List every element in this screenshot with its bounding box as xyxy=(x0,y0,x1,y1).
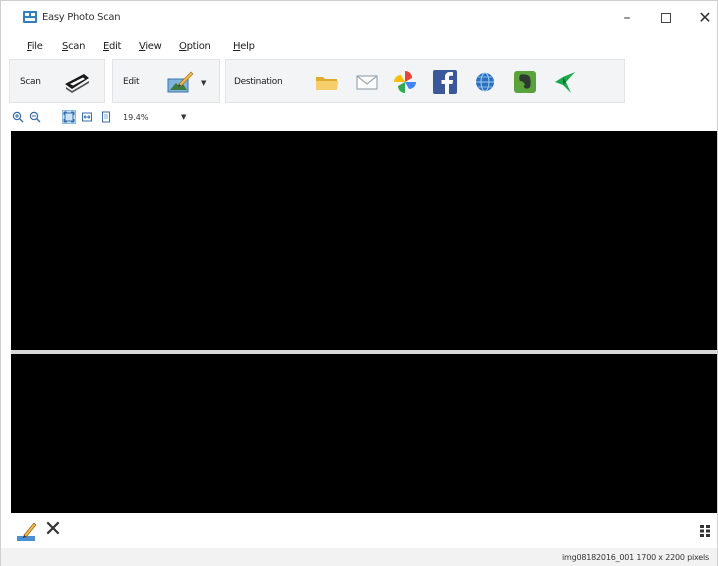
destination-web-button[interactable] xyxy=(468,66,502,98)
edit-dropdown-arrow[interactable]: ▼ xyxy=(201,79,206,87)
edit-group-label: Edit xyxy=(123,77,140,87)
destination-facebook-button[interactable] xyxy=(428,66,462,98)
menu-view-label: iew xyxy=(145,41,162,52)
close-button[interactable]: ✕ xyxy=(691,7,718,29)
menu-file-label: ile xyxy=(31,41,43,52)
title-bar: Easy Photo Scan – ✕ xyxy=(1,1,717,35)
menu-view[interactable]: View xyxy=(139,41,162,52)
email-icon xyxy=(356,75,378,90)
destination-evernote-button[interactable] xyxy=(508,66,542,98)
zoom-dropdown-arrow: ▼ xyxy=(181,113,187,121)
zoom-in-icon xyxy=(12,111,24,123)
photo-edit-icon xyxy=(167,71,194,93)
maximize-icon xyxy=(661,13,671,23)
edit-group: Edit ▼ xyxy=(112,59,220,103)
status-bar: img08182016_001 1700 x 2200 pixels xyxy=(1,548,717,566)
menu-scan[interactable]: Scan xyxy=(62,41,85,52)
preview-divider xyxy=(11,350,717,354)
destination-group-label: Destination xyxy=(234,77,283,87)
other-destination-icon xyxy=(555,72,575,93)
zoom-toolbar: 19.4% ▼ xyxy=(11,107,717,129)
photos-pinwheel-icon xyxy=(394,71,416,93)
fit-page-button[interactable] xyxy=(62,110,76,124)
main-toolbar: Scan Edit ▼ Destination xyxy=(9,59,709,105)
app-window: Easy Photo Scan – ✕ File Scan Edit View … xyxy=(0,0,718,566)
edit-button[interactable] xyxy=(163,66,197,98)
scanner-icon xyxy=(65,74,89,93)
edit-pen-icon xyxy=(17,522,37,541)
window-title: Easy Photo Scan xyxy=(42,12,121,23)
zoom-level-select[interactable]: 19.4% ▼ xyxy=(123,110,195,126)
fit-width-icon xyxy=(82,112,92,122)
menu-scan-label: can xyxy=(68,41,86,52)
delete-button[interactable]: ✕ xyxy=(41,517,65,543)
web-globe-icon xyxy=(476,72,494,92)
menu-edit-label: dit xyxy=(109,41,122,52)
menu-option-label: ption xyxy=(186,41,211,52)
edit-photo-button[interactable] xyxy=(15,519,39,543)
minimize-button[interactable]: – xyxy=(613,7,641,29)
menu-bar: File Scan Edit View Option Help xyxy=(1,37,717,55)
destination-other-button[interactable] xyxy=(548,66,582,98)
thumbnail-view-button[interactable] xyxy=(699,524,711,538)
image-info-status: img08182016_001 1700 x 2200 pixels xyxy=(561,553,709,562)
grid-view-icon xyxy=(700,525,710,537)
zoom-level-value: 19.4% xyxy=(123,113,149,122)
menu-help-label: elp xyxy=(240,41,255,52)
destination-folder-button[interactable] xyxy=(310,66,344,98)
scan-preview-area[interactable] xyxy=(11,131,717,513)
menu-file[interactable]: File xyxy=(27,41,43,52)
menu-option-mnemonic: O xyxy=(179,41,187,52)
scan-group: Scan xyxy=(9,59,105,103)
maximize-button[interactable] xyxy=(652,7,680,29)
actual-size-button[interactable] xyxy=(99,110,113,124)
evernote-icon xyxy=(514,71,536,93)
actual-size-icon xyxy=(102,111,110,123)
facebook-icon xyxy=(433,70,457,94)
destination-email-button[interactable] xyxy=(350,66,384,98)
destination-group: Destination xyxy=(225,59,625,103)
menu-help[interactable]: Help xyxy=(233,41,255,52)
zoom-out-button[interactable] xyxy=(28,110,42,124)
zoom-in-button[interactable] xyxy=(11,110,25,124)
fit-width-button[interactable] xyxy=(80,110,94,124)
scan-button[interactable] xyxy=(60,66,94,98)
bottom-toolbar: ✕ xyxy=(11,515,717,547)
fit-page-icon xyxy=(63,111,75,123)
zoom-out-icon xyxy=(29,111,41,123)
scan-group-label: Scan xyxy=(20,77,41,87)
app-logo-icon xyxy=(23,11,37,23)
menu-edit[interactable]: Edit xyxy=(103,41,121,52)
destination-photos-button[interactable] xyxy=(388,66,422,98)
menu-option[interactable]: Option xyxy=(179,41,211,52)
folder-icon xyxy=(316,77,338,90)
